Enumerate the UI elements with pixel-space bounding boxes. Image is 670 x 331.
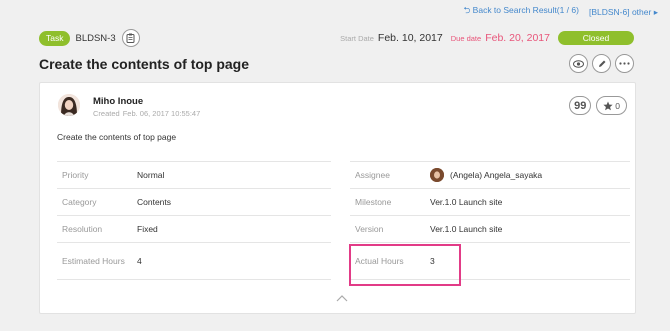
- title-actions: [569, 54, 634, 73]
- quote-icon: 99: [574, 99, 587, 112]
- more-icon: [619, 62, 630, 65]
- field-row-category: Category Contents: [57, 188, 331, 215]
- issue-header: Task BLDSN-3 Start Date Feb. 10, 2017 Du…: [39, 29, 634, 47]
- start-date-label: Start Date: [340, 33, 374, 43]
- avatar[interactable]: [58, 94, 80, 116]
- field-label: Resolution: [62, 224, 103, 234]
- assignee-avatar: [430, 168, 444, 182]
- field-value: Ver.1.0 Launch site: [430, 224, 503, 234]
- star-icon: [603, 101, 613, 110]
- copy-key-button[interactable]: [121, 29, 140, 47]
- field-row-version: Version Ver.1.0 Launch site: [350, 215, 630, 242]
- triangle-right-icon: ▸: [653, 6, 658, 17]
- field-row-priority: Priority Normal: [57, 161, 331, 188]
- field-label: Version: [355, 224, 384, 234]
- top-navigation: ⮌ Back to Search Result(1 / 6) [BLDSN-6]…: [463, 5, 658, 19]
- back-to-search-link[interactable]: ⮌ Back to Search Result(1 / 6): [463, 5, 578, 19]
- status-badge[interactable]: Closed: [558, 31, 634, 45]
- chevron-up-icon[interactable]: [336, 293, 348, 303]
- clipboard-icon: [126, 33, 135, 43]
- field-row-milestone: Milestone Ver.1.0 Launch site: [350, 188, 630, 215]
- field-label: Assignee: [355, 170, 390, 180]
- issue-card: Miho Inoue Created Feb. 06, 2017 10:55:47…: [39, 82, 636, 314]
- issue-type-badge: Task: [39, 30, 71, 46]
- back-arrow-icon: ⮌: [463, 5, 471, 15]
- field-row-estimated-hours: Estimated Hours 4: [57, 242, 331, 280]
- field-value: Contents: [137, 197, 172, 207]
- issue-key: BLDSN-3: [75, 32, 116, 44]
- other-issue-label: [BLDSN-6] other: [588, 6, 652, 17]
- eye-icon: [573, 59, 584, 68]
- field-value: Fixed: [137, 224, 158, 234]
- quote-button[interactable]: 99: [569, 96, 592, 115]
- field-value: Ver.1.0 Launch site: [430, 197, 503, 207]
- issue-title: Create the contents of top page: [39, 56, 250, 72]
- field-label: Priority: [62, 170, 89, 180]
- assignee-name: (Angela) Angela_sayaka: [450, 170, 543, 180]
- field-label: Milestone: [355, 197, 392, 207]
- field-value: Normal: [137, 170, 165, 180]
- start-date-value: Feb. 10, 2017: [377, 32, 443, 44]
- pencil-icon: [598, 60, 605, 67]
- star-button[interactable]: 0: [596, 96, 627, 115]
- field-value[interactable]: (Angela) Angela_sayaka: [430, 168, 542, 182]
- field-label: Category: [62, 197, 97, 207]
- field-row-assignee: Assignee (Angela) Angela_sayaka: [350, 161, 630, 188]
- field-row-resolution: Resolution Fixed: [57, 215, 331, 242]
- field-label: Estimated Hours: [62, 256, 125, 266]
- more-button[interactable]: [615, 54, 634, 73]
- other-issue-link[interactable]: [BLDSN-6] other ▸: [589, 7, 658, 18]
- author-name[interactable]: Miho Inoue: [93, 96, 143, 107]
- back-to-search-label: Back to Search Result(1 / 6): [472, 5, 579, 15]
- highlight-box: [349, 244, 461, 286]
- due-date-value: Feb. 20, 2017: [485, 32, 550, 44]
- watch-button[interactable]: [569, 54, 588, 73]
- created-value: Feb. 06, 2017 10:55:47: [122, 109, 201, 118]
- fields-left-column: Priority Normal Category Contents Resolu…: [57, 161, 331, 280]
- issue-description: Create the contents of top page: [57, 132, 177, 142]
- edit-button[interactable]: [592, 54, 611, 73]
- star-count: 0: [615, 100, 620, 111]
- created-info: Created Feb. 06, 2017 10:55:47: [93, 109, 200, 118]
- due-date-label: Due date: [450, 33, 482, 43]
- created-label: Created: [93, 109, 120, 118]
- field-value: 4: [137, 256, 142, 266]
- card-actions: 99 0: [569, 96, 627, 115]
